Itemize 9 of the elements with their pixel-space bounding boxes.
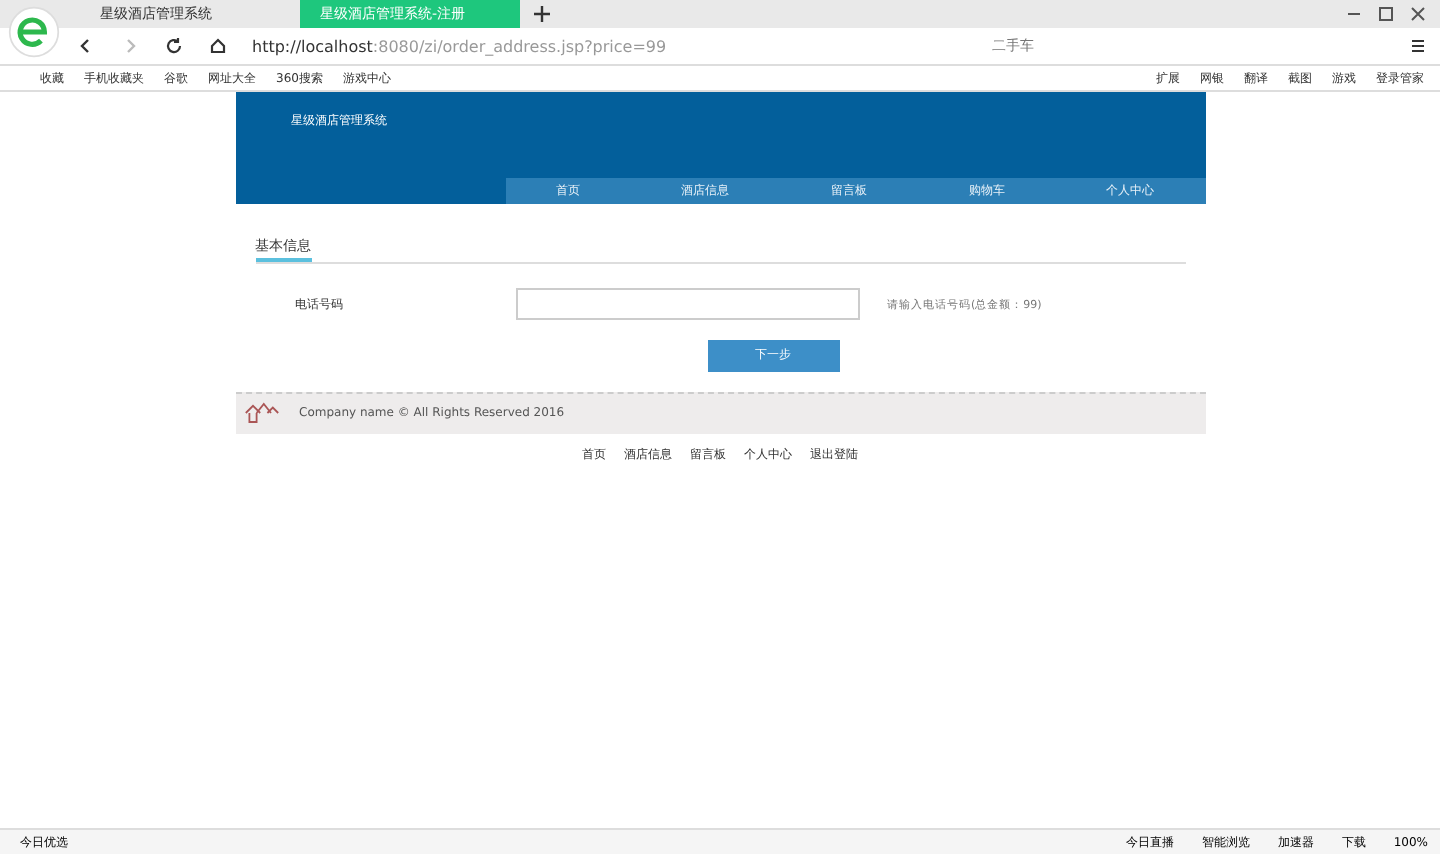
address-field[interactable]: http://localhost:8080/zi/order_address.jsp?price=99 (252, 37, 976, 55)
home-icon[interactable] (208, 36, 228, 56)
menu-icon[interactable] (1408, 36, 1428, 56)
reload-icon[interactable] (164, 36, 184, 56)
houses-icon (243, 402, 279, 424)
phone-input-field[interactable] (515, 288, 859, 320)
maximize-icon[interactable] (1376, 4, 1396, 24)
close-icon[interactable] (1408, 4, 1428, 24)
plus-icon[interactable] (532, 4, 552, 24)
